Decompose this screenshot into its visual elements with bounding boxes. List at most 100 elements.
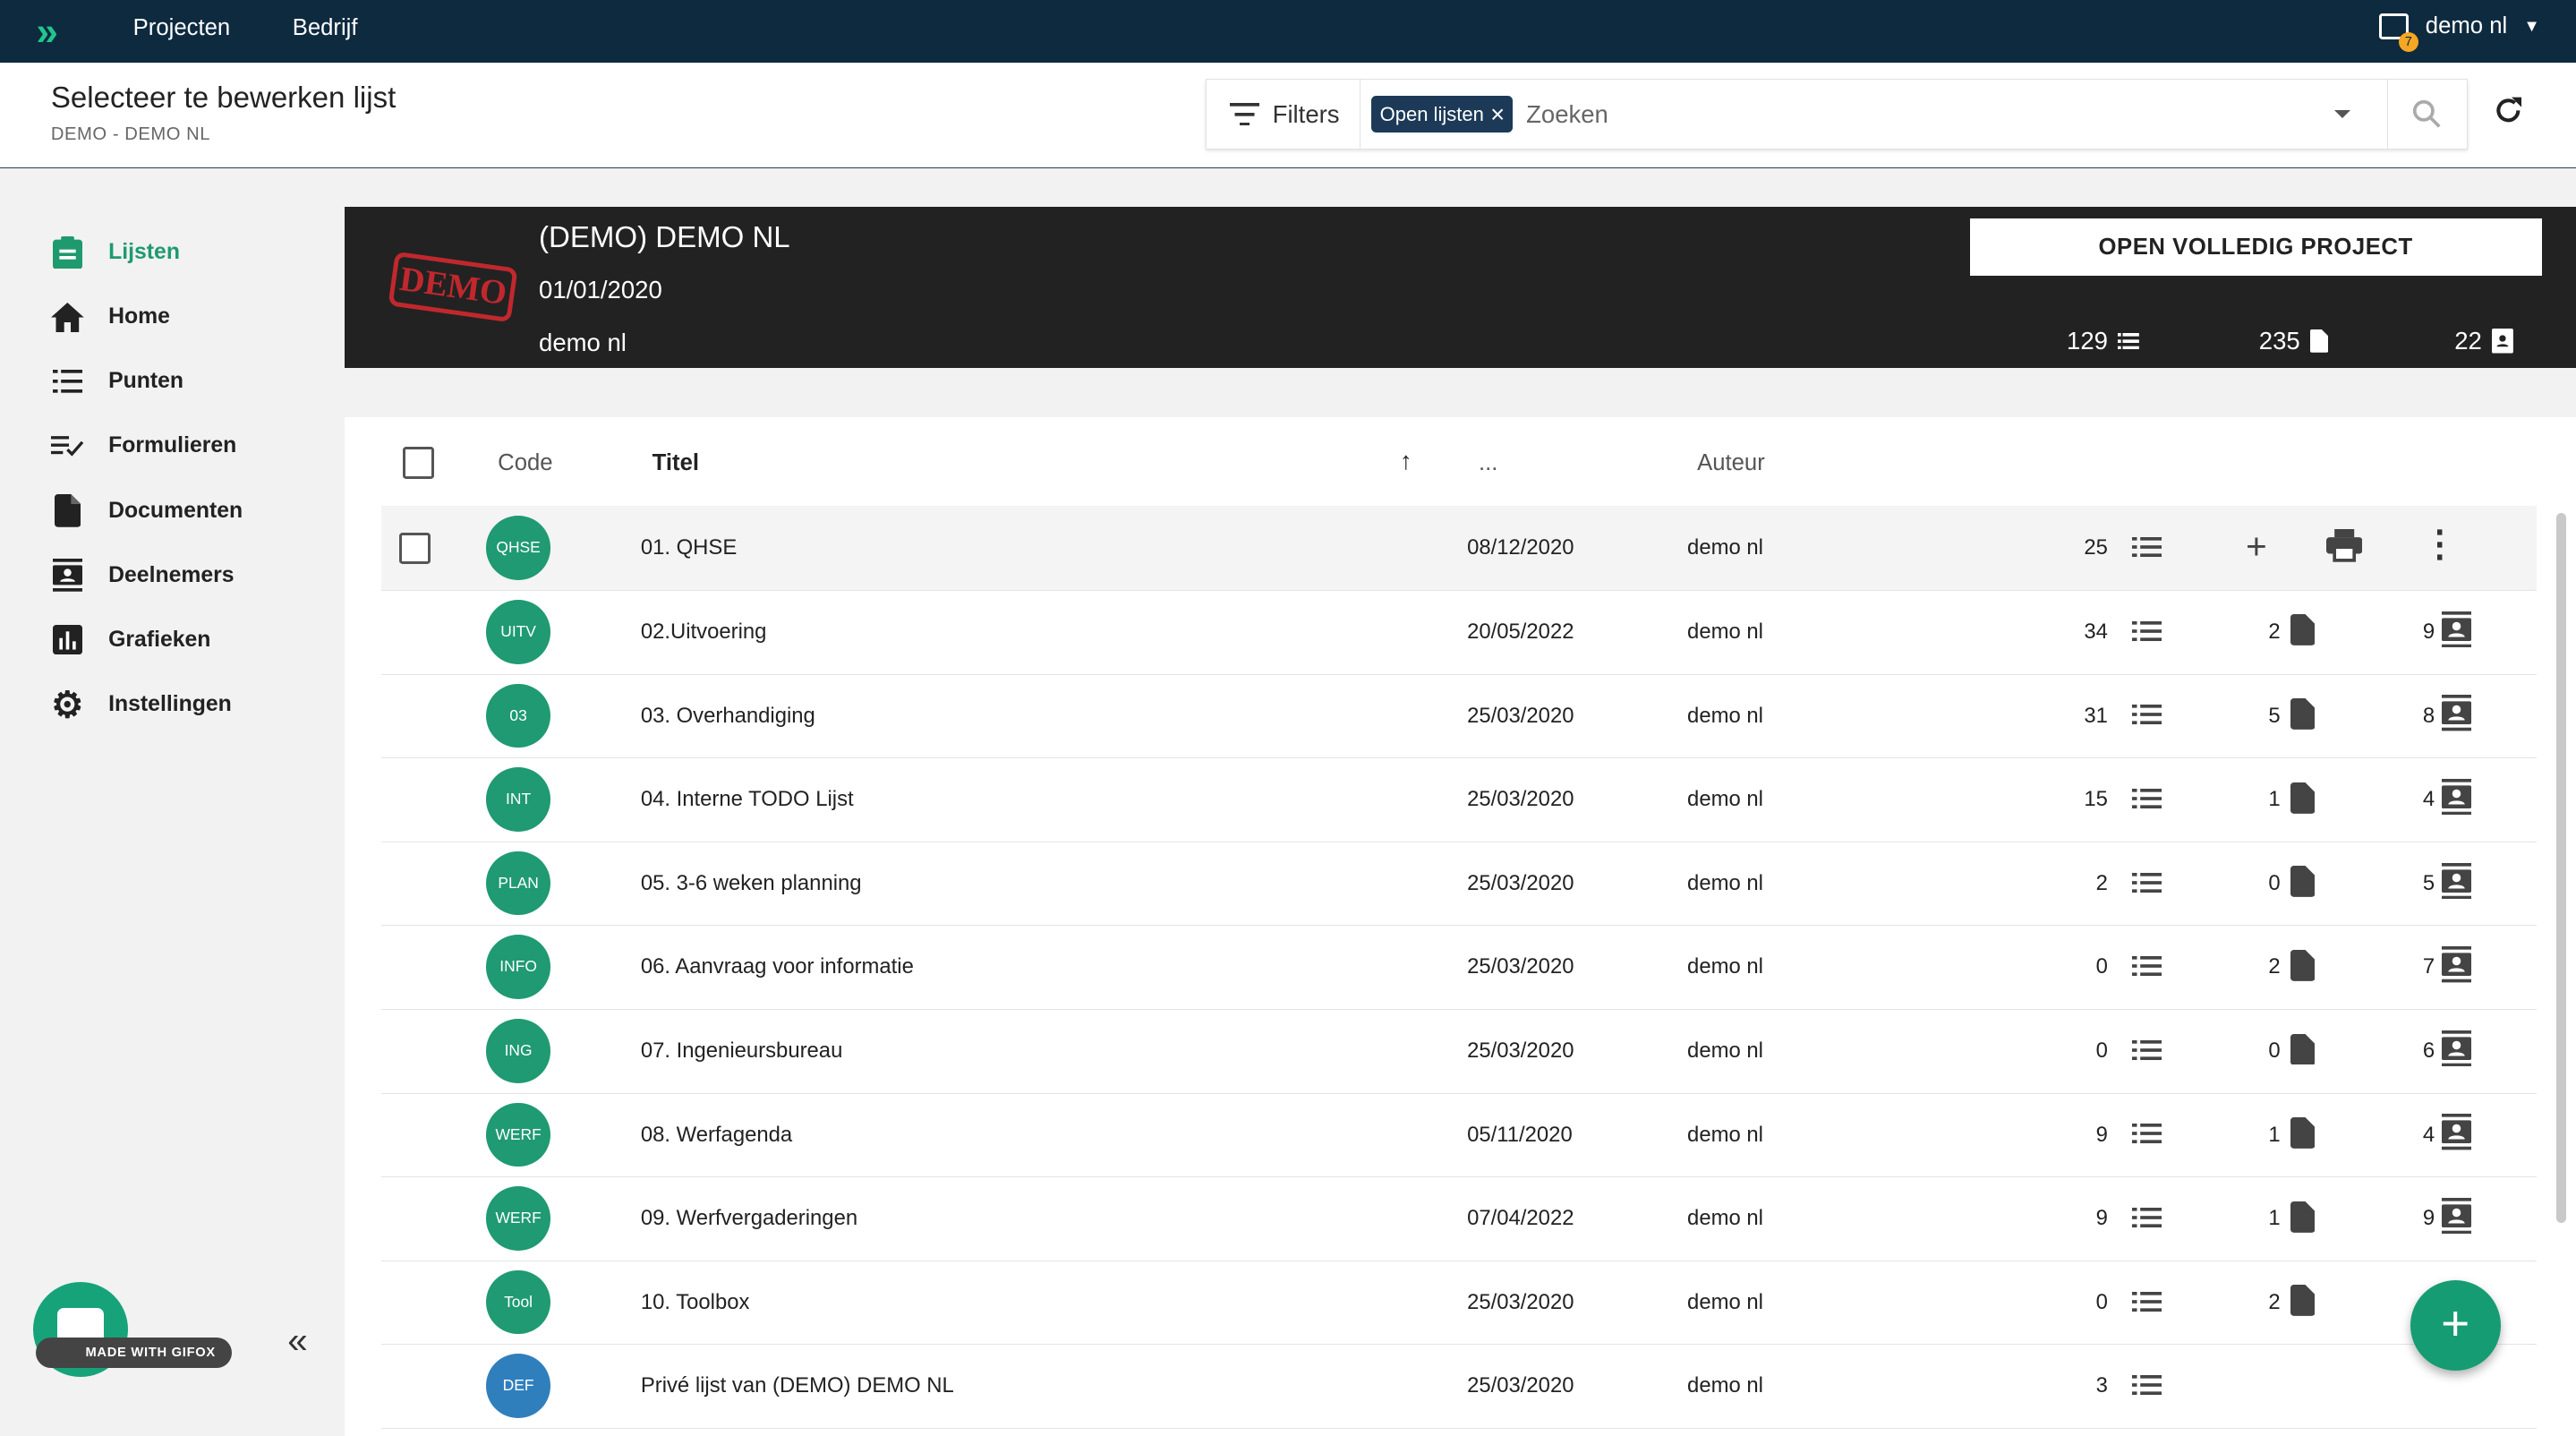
table-row[interactable]: WERF 08. Werfagenda 05/11/2020 demo nl 9 1 4 [380,1093,2537,1178]
list-title[interactable]: 06. Aanvraag voor informatie [641,954,914,979]
document-icon [2290,782,2316,820]
list-title[interactable]: 02.Uitvoering [641,620,767,645]
sidebar-item-label: Instellingen [108,691,232,716]
list-date: 25/03/2020 [1467,1373,1574,1398]
list-author: demo nl [1687,1289,1763,1314]
list-title[interactable]: 07. Ingenieursbureau [641,1039,843,1064]
column-header-title[interactable]: Titel [653,450,699,476]
table-row[interactable]: INFO 06. Aanvraag voor informatie 25/03/20… [380,925,2537,1010]
sidebar-item-lijsten[interactable]: Lijsten [0,220,345,285]
sort-arrow-up-icon[interactable]: ↑ [1400,447,1412,475]
document-icon [2290,866,2316,903]
app-logo[interactable]: » [36,10,58,55]
stat-points-value: 129 [2067,327,2108,355]
lists-table: Code Titel ↑ ... Auteur QHSE 01. QHSE 08/1… [345,417,2576,1436]
participants-count: 5 [2422,870,2435,895]
list-title[interactable]: 04. Interne TODO Lijst [641,787,854,812]
table-row[interactable]: WERF 09. Werfvergaderingen 07/04/2022 demo … [380,1176,2537,1261]
list-title[interactable]: 03. Overhandiging [641,704,815,729]
list-title[interactable]: 09. Werfvergaderingen [641,1206,857,1231]
table-row[interactable]: 03 03. Overhandiging 25/03/2020 demo nl 31 5 8 [380,674,2537,759]
close-icon[interactable]: × [1490,101,1505,126]
more-vert-icon[interactable]: ⋮ [2422,526,2458,561]
document-icon [2309,329,2328,354]
table-row[interactable]: DEF Privé lijst van (DEMO) DEMO NL 25/03/2… [380,1344,2537,1430]
user-menu[interactable]: 7 demo nl ▼ [2379,13,2540,53]
document-icon [2290,698,2316,736]
select-all-checkbox[interactable] [402,447,435,479]
sidebar-item-grafieken[interactable]: Grafieken [0,608,345,672]
open-full-project-button[interactable]: OPEN VOLLEDIG PROJECT [1969,218,2542,277]
table-row[interactable]: UITV 02.Uitvoering 20/05/2022 demo nl 34 2 9 [380,590,2537,675]
user-name[interactable]: demo nl [2426,13,2507,39]
contacts-icon [2491,329,2513,355]
refresh-icon[interactable] [2492,94,2525,132]
table-row[interactable]: PLAN 05. 3-6 weken planning 25/03/2020 demo… [380,842,2537,927]
sidebar-item-label: Deelnemers [108,562,235,587]
column-header-author[interactable]: Auteur [1697,450,1765,476]
table-row[interactable]: QHSE 01. QHSE 08/12/2020 demo nl 25 + ⋮ [380,506,2537,591]
breadcrumb[interactable]: DEMO - DEMO NL [51,124,210,145]
document-icon [2290,1117,2316,1155]
documents-count: 1 [2268,1122,2281,1147]
table-row[interactable]: Tool 10. Toolbox 25/03/2020 demo nl 0 2 [380,1261,2537,1346]
list-title[interactable]: Privé lijst van (DEMO) DEMO NL [641,1373,954,1398]
points-count: 9 [2095,1206,2108,1231]
list-code-avatar: PLAN [486,850,550,916]
list-code-avatar: INT [486,767,550,832]
list-icon [51,365,84,398]
table-row[interactable]: INT 04. Interne TODO Lijst 25/03/2020 demo … [380,757,2537,842]
document-icon [2290,1033,2316,1072]
dropdown-caret-icon[interactable] [2334,110,2351,118]
document-icon [2290,949,2316,987]
page-header: Selecteer te bewerken lijst DEMO - DEMO … [0,62,2576,169]
list-date: 05/11/2020 [1467,1122,1573,1147]
search-button[interactable] [2386,80,2467,149]
home-icon [50,301,84,334]
row-checkbox[interactable] [399,532,431,565]
add-list-button[interactable]: + [2410,1279,2501,1371]
column-header-more[interactable]: ... [1479,450,1497,476]
filters-button[interactable]: Filters [1207,80,1361,149]
stat-participants-value: 22 [2454,327,2482,355]
documents-count: 1 [2268,1206,2281,1231]
sidebar-item-instellingen[interactable]: ⚙ Instellingen [0,672,345,737]
collapse-sidebar-icon[interactable]: « [287,1320,307,1362]
sidebar-item-documenten[interactable]: Documenten [0,478,345,543]
sidebar-item-label: Formulieren [108,433,237,458]
list-title[interactable]: 05. 3-6 weken planning [641,871,862,896]
list-icon [2132,1375,2162,1403]
table-row[interactable]: ING 07. Ingenieursbureau 25/03/2020 demo nl… [380,1009,2537,1094]
sidebar-item-deelnemers[interactable]: Deelnemers [0,543,345,608]
points-count: 25 [2084,535,2108,560]
scrollbar[interactable] [2556,512,2567,1223]
add-icon[interactable]: + [2246,526,2267,568]
checklist-icon [50,430,84,463]
chevron-down-icon[interactable]: ▼ [2524,16,2540,36]
list-code-avatar: INFO [486,935,550,999]
column-header-code[interactable]: Code [498,450,552,476]
sidebar-item-formulieren[interactable]: Formulieren [0,414,345,478]
list-title[interactable]: 10. Toolbox [641,1290,750,1315]
documents-count: 2 [2268,1289,2281,1314]
list-code-avatar: WERF [486,1102,550,1167]
filter-icon [1229,102,1259,126]
notifications-icon[interactable]: 7 [2379,13,2418,53]
list-icon [2132,872,2162,901]
list-icon [2132,1039,2162,1068]
nav-projecten[interactable]: Projecten [133,15,231,41]
sidebar-item-punten[interactable]: Punten [0,349,345,414]
print-icon[interactable] [2326,529,2363,568]
search-input[interactable] [1523,98,2335,131]
filter-chip-open-lists: Open lijsten × [1371,96,1514,132]
list-code-avatar: Tool [486,1269,550,1335]
sidebar-item-label: Home [108,304,170,329]
list-code-avatar: ING [486,1018,550,1083]
list-icon [2132,789,2162,816]
list-title[interactable]: 01. QHSE [641,535,737,560]
nav-bedrijf[interactable]: Bedrijf [293,15,358,41]
list-author: demo nl [1687,619,1763,644]
list-title[interactable]: 08. Werfagenda [641,1123,792,1148]
list-icon [2132,537,2162,565]
sidebar-item-home[interactable]: Home [0,285,345,349]
